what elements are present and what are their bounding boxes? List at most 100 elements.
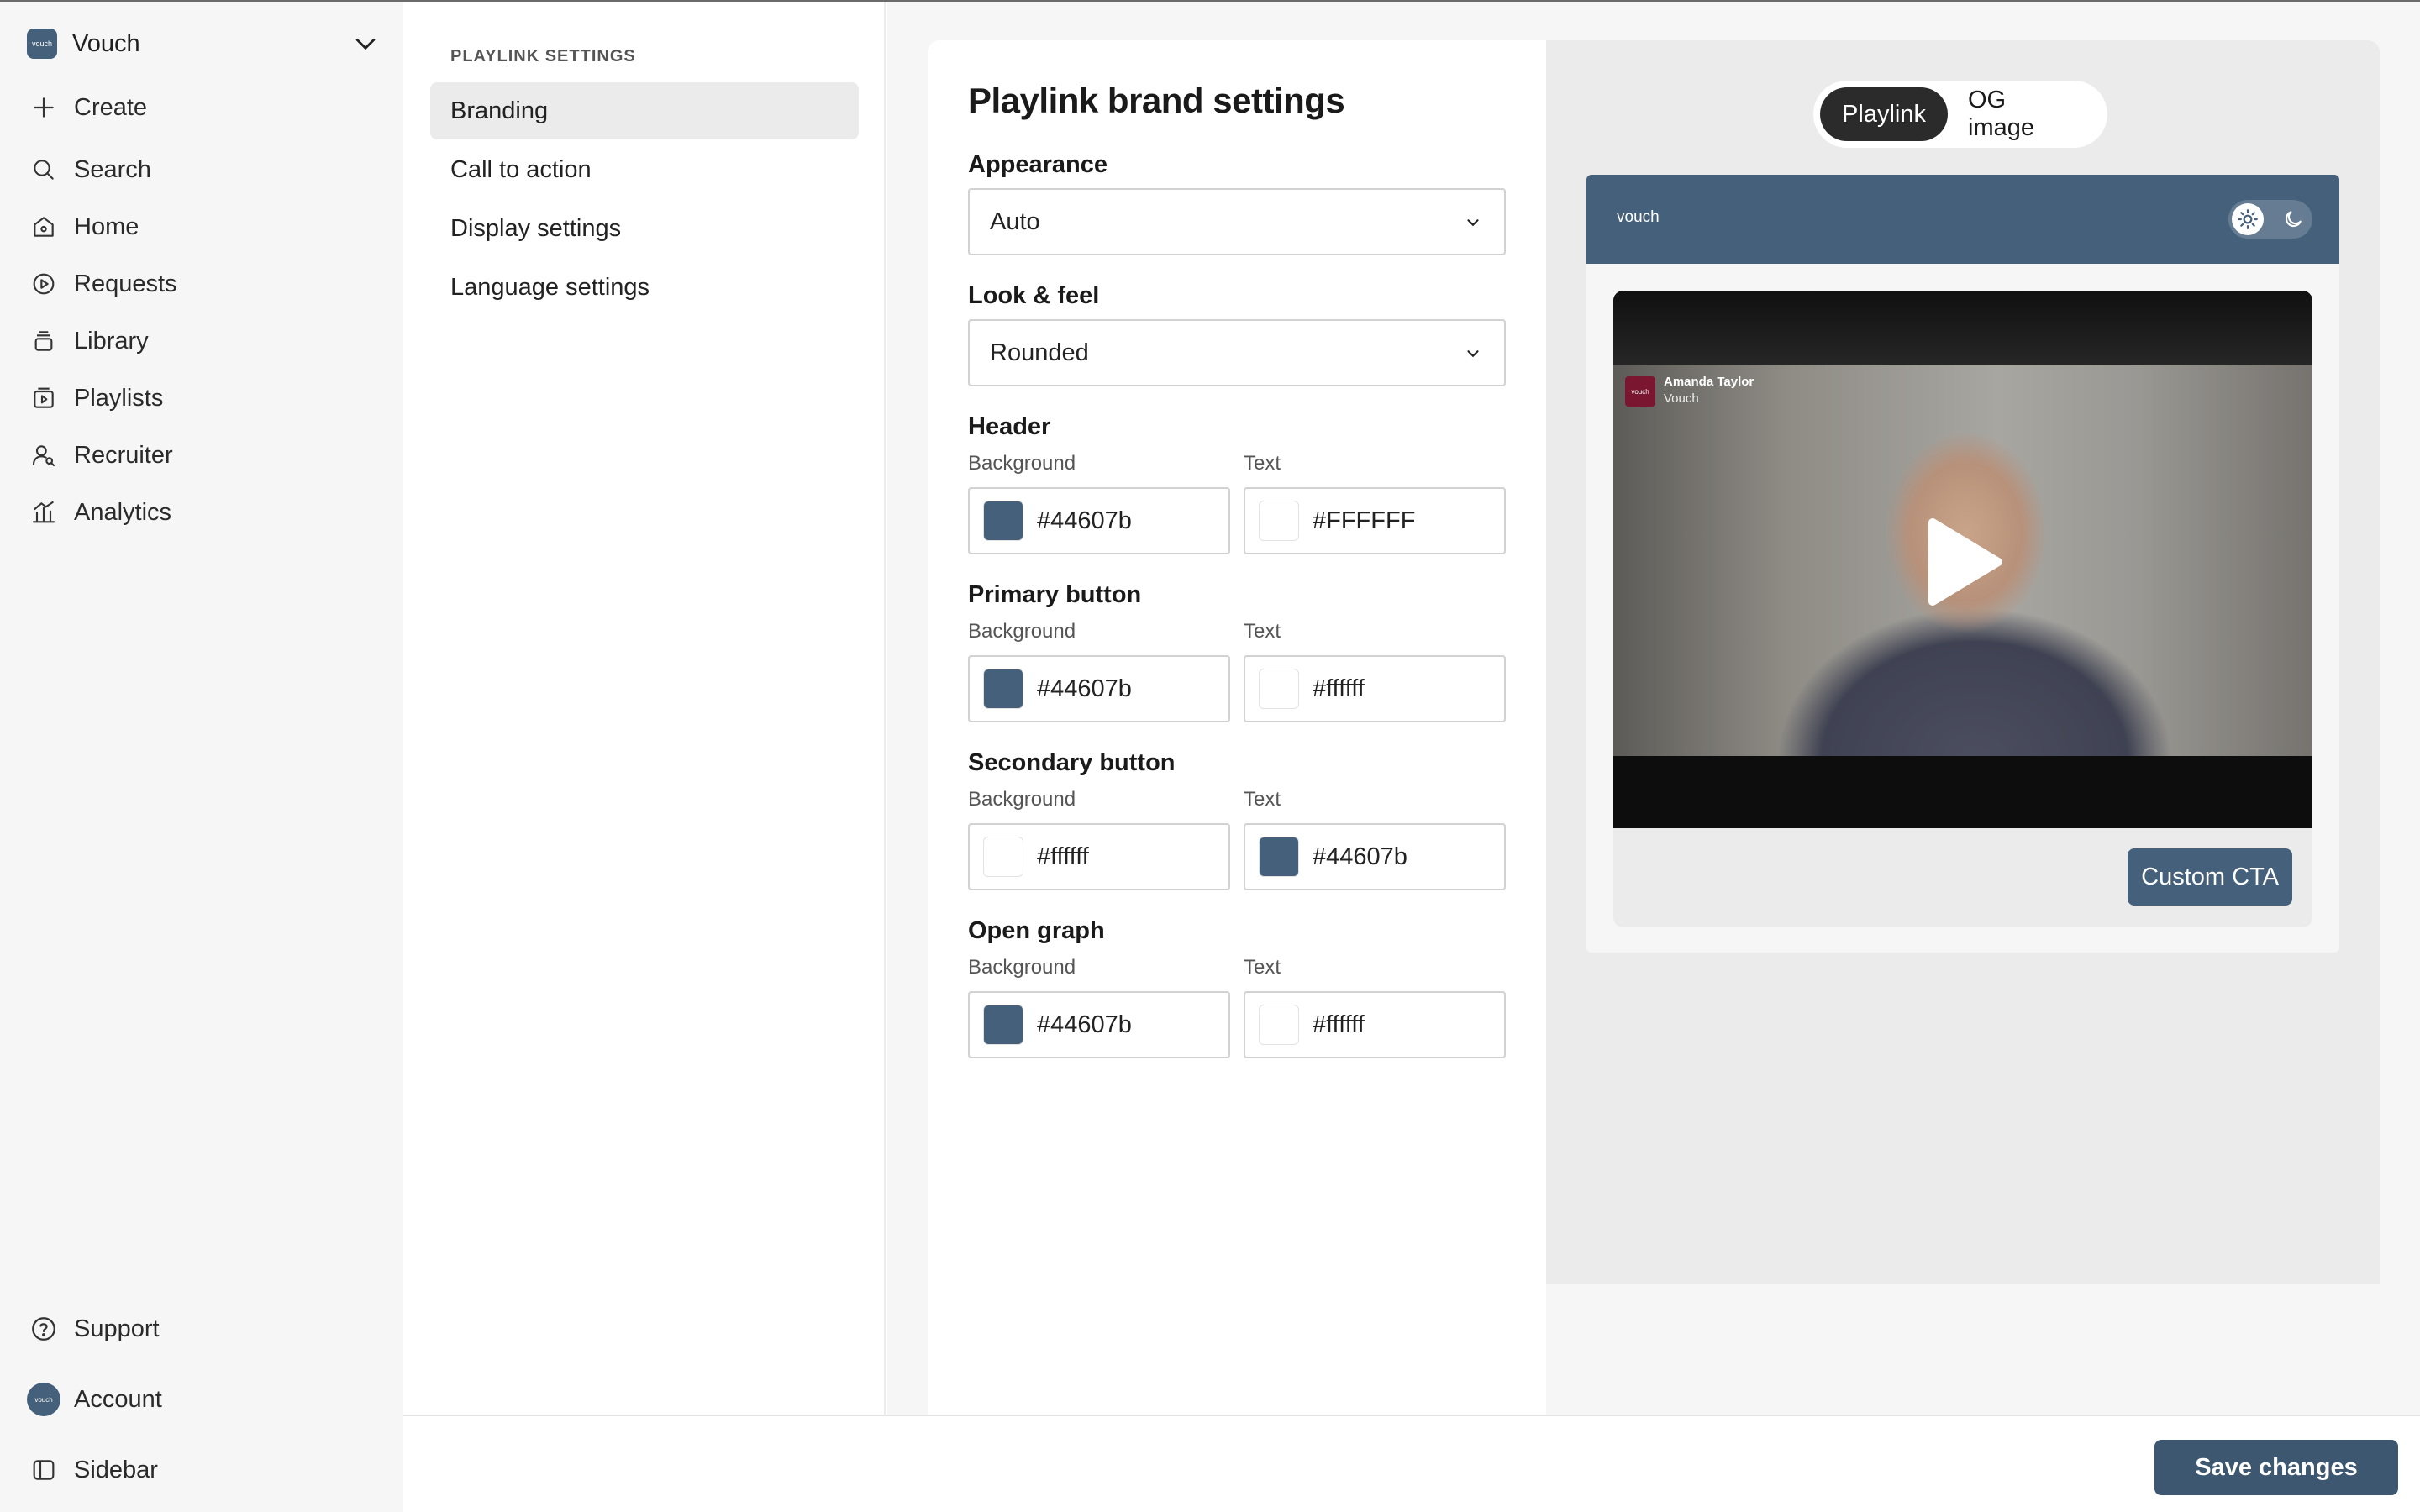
appearance-label: Appearance bbox=[968, 151, 1108, 178]
chevron-down-icon[interactable] bbox=[351, 30, 380, 59]
secondary-text-swatch[interactable] bbox=[1259, 837, 1299, 877]
page-title: Playlink brand settings bbox=[968, 81, 1345, 120]
header-text-swatch[interactable] bbox=[1259, 501, 1299, 541]
preview-panel: Playlink OG image vouch vouch Amanda Tay… bbox=[1546, 40, 2380, 1284]
secondary-text-color-field[interactable]: #44607b bbox=[1244, 823, 1506, 890]
nav-requests-label: Requests bbox=[74, 270, 177, 297]
primary-text-swatch[interactable] bbox=[1259, 669, 1299, 709]
preview-brand-logo: vouch bbox=[1617, 208, 1660, 226]
og-text-color-field[interactable]: #ffffff bbox=[1244, 991, 1506, 1058]
sun-icon[interactable] bbox=[2232, 203, 2264, 235]
og-text-label: Text bbox=[1244, 956, 1281, 979]
nav-analytics[interactable]: Analytics bbox=[27, 494, 171, 531]
tab-playlink[interactable]: Playlink bbox=[1820, 87, 1948, 141]
header-text-value: #FFFFFF bbox=[1313, 507, 1416, 534]
video-person-company: Vouch bbox=[1664, 391, 1699, 406]
primary-bg-swatch[interactable] bbox=[983, 669, 1023, 709]
primary-bg-color-field[interactable]: #44607b bbox=[968, 655, 1230, 722]
header-bg-swatch[interactable] bbox=[983, 501, 1023, 541]
look-feel-value: Rounded bbox=[990, 339, 1089, 366]
secondary-text-label: Text bbox=[1244, 788, 1281, 811]
account-avatar-wrap: vouch bbox=[27, 1383, 60, 1416]
nav-requests[interactable]: Requests bbox=[27, 265, 177, 302]
video-brand-badge: vouch bbox=[1625, 376, 1655, 407]
workspace-name: Vouch bbox=[72, 29, 140, 57]
sidebar-icon bbox=[27, 1453, 60, 1487]
save-changes-button[interactable]: Save changes bbox=[2154, 1440, 2398, 1495]
nav-create[interactable]: Create bbox=[27, 89, 147, 126]
play-icon[interactable] bbox=[1921, 516, 2005, 608]
submenu-title: PLAYLINK SETTINGS bbox=[450, 47, 636, 66]
preview-tab-switcher: Playlink OG image bbox=[1813, 81, 2107, 148]
nav-search[interactable]: Search bbox=[27, 151, 151, 188]
submenu-item-call-to-action[interactable]: Call to action bbox=[430, 141, 859, 198]
nav-sidebar-toggle[interactable]: Sidebar bbox=[27, 1452, 158, 1488]
og-bg-swatch[interactable] bbox=[983, 1005, 1023, 1045]
search-icon bbox=[27, 153, 60, 186]
requests-icon bbox=[27, 267, 60, 301]
plus-icon bbox=[27, 91, 60, 124]
video-card: vouch Amanda Taylor Vouch Custom CTA bbox=[1613, 291, 2312, 927]
nav-home-label: Home bbox=[74, 213, 139, 240]
header-text-label: Text bbox=[1244, 452, 1281, 475]
look-feel-select[interactable]: Rounded bbox=[968, 319, 1506, 386]
nav-playlists[interactable]: Playlists bbox=[27, 380, 163, 417]
settings-submenu: PLAYLINK SETTINGS Branding Call to actio… bbox=[403, 2, 886, 1415]
submenu-item-language-settings[interactable]: Language settings bbox=[430, 259, 859, 316]
recruiter-icon bbox=[27, 438, 60, 472]
submenu-item-branding[interactable]: Branding bbox=[430, 82, 859, 139]
header-text-color-field[interactable]: #FFFFFF bbox=[1244, 487, 1506, 554]
brand-settings-form: Playlink brand settings Appearance Auto … bbox=[928, 40, 1546, 1415]
nav-account-label: Account bbox=[74, 1385, 162, 1413]
video-person-name: Amanda Taylor bbox=[1664, 375, 1754, 389]
submenu-item-display-settings[interactable]: Display settings bbox=[430, 200, 859, 257]
appearance-select[interactable]: Auto bbox=[968, 188, 1506, 255]
playlink-preview: vouch vouch Amanda Taylor Vouch Custom C… bbox=[1586, 175, 2339, 953]
secondary-bg-swatch[interactable] bbox=[983, 837, 1023, 877]
nav-library[interactable]: Library bbox=[27, 323, 149, 360]
home-icon bbox=[27, 210, 60, 244]
video-letterbox-top bbox=[1613, 291, 2312, 365]
nav-recruiter-label: Recruiter bbox=[74, 441, 173, 469]
video-player[interactable]: vouch Amanda Taylor Vouch bbox=[1613, 291, 2312, 828]
nav-account[interactable]: vouch Account bbox=[27, 1381, 162, 1418]
secondary-text-value: #44607b bbox=[1313, 843, 1407, 870]
nav-support-label: Support bbox=[74, 1315, 160, 1342]
nav-analytics-label: Analytics bbox=[74, 498, 172, 526]
chevron-down-icon bbox=[1467, 219, 1479, 227]
secondary-button-section-label: Secondary button bbox=[968, 749, 1176, 776]
nav-support[interactable]: Support bbox=[27, 1310, 160, 1347]
og-bg-color-field[interactable]: #44607b bbox=[968, 991, 1230, 1058]
tab-og-image[interactable]: OG image bbox=[1948, 87, 2099, 141]
og-text-value: #ffffff bbox=[1313, 1011, 1365, 1038]
nav-recruiter[interactable]: Recruiter bbox=[27, 437, 173, 474]
og-text-swatch[interactable] bbox=[1259, 1005, 1299, 1045]
nav-create-label: Create bbox=[74, 93, 148, 121]
nav-search-label: Search bbox=[74, 155, 151, 183]
workspace-switcher[interactable]: vouch Vouch bbox=[27, 25, 380, 62]
primary-text-value: #ffffff bbox=[1313, 675, 1365, 702]
preview-header: vouch bbox=[1586, 175, 2339, 264]
og-bg-label: Background bbox=[968, 956, 1076, 979]
playlists-icon bbox=[27, 381, 60, 415]
og-bg-value: #44607b bbox=[1037, 1011, 1132, 1038]
nav-home[interactable]: Home bbox=[27, 208, 139, 245]
header-bg-label: Background bbox=[968, 452, 1076, 475]
library-icon bbox=[27, 324, 60, 358]
avatar: vouch bbox=[27, 1383, 60, 1416]
secondary-bg-value: #ffffff bbox=[1037, 843, 1089, 870]
theme-toggle[interactable] bbox=[2228, 200, 2312, 239]
appearance-value: Auto bbox=[990, 207, 1040, 235]
support-icon bbox=[27, 1312, 60, 1346]
footer-bar: Save changes bbox=[403, 1415, 2420, 1512]
moon-icon[interactable] bbox=[2282, 208, 2304, 230]
primary-text-color-field[interactable]: #ffffff bbox=[1244, 655, 1506, 722]
secondary-bg-color-field[interactable]: #ffffff bbox=[968, 823, 1230, 890]
header-bg-color-field[interactable]: #44607b bbox=[968, 487, 1230, 554]
custom-cta-button[interactable]: Custom CTA bbox=[2128, 848, 2292, 906]
chevron-down-icon bbox=[1467, 350, 1479, 358]
primary-bg-value: #44607b bbox=[1037, 675, 1132, 702]
header-section-label: Header bbox=[968, 413, 1051, 440]
primary-button-section-label: Primary button bbox=[968, 581, 1142, 608]
nav-playlists-label: Playlists bbox=[74, 384, 164, 412]
